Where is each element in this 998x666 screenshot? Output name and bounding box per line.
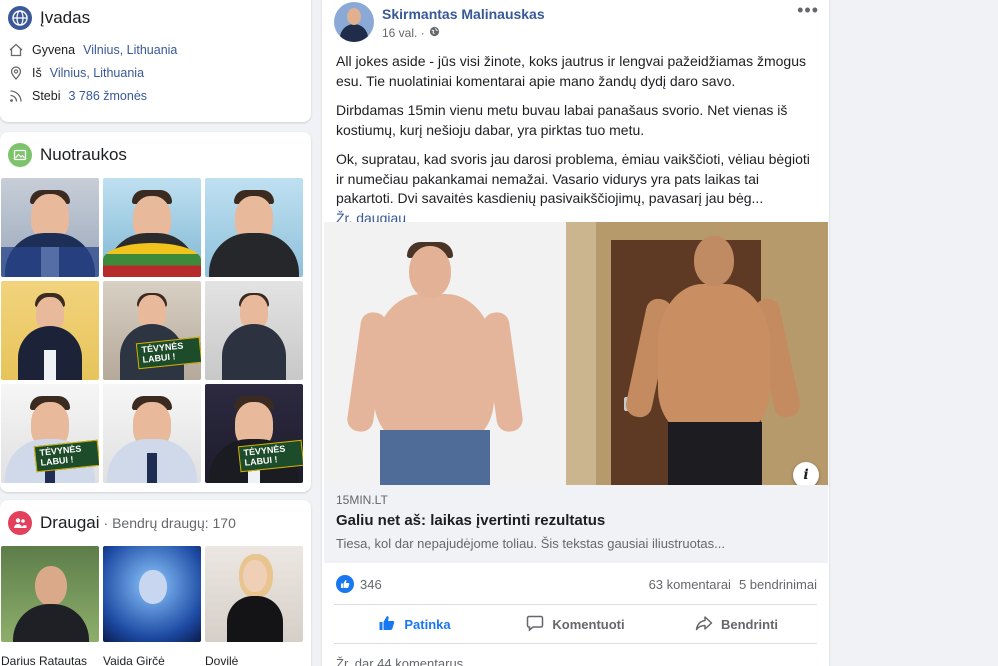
link-description: Tiesa, kol dar nepajudėjome toliau. Šis … [336,536,725,551]
post-image[interactable] [324,222,828,485]
friend-tile[interactable]: Dovilė [205,546,303,666]
location-pin-icon [8,65,24,81]
share-count[interactable]: 5 bendrinimai [739,577,817,592]
avatar[interactable] [334,2,374,42]
share-icon [695,614,713,635]
post-text: All jokes aside - jūs visi žinote, koks … [322,46,829,228]
intro-card: Įvadas Gyvena Vilnius, Lithuania Iš Viln… [0,0,311,122]
photos-card: Nuotraukos TĖVYNĖS LABUI ! TĖVYNĖS LABUI… [0,132,311,492]
comment-label: Komentuoti [552,616,625,632]
friends-grid: Darius Ratautas Vaida Girčė Dovilė [0,546,311,666]
friends-title[interactable]: Draugai [40,513,100,533]
campaign-badge: TĖVYNĖS LABUI ! [135,336,201,370]
friend-photo[interactable] [1,546,99,642]
intro-lives-prefix: Gyvena [32,42,76,57]
post-actions: Patinka Komentuoti Bendrinti [334,604,817,644]
share-label: Bendrinti [720,616,779,632]
link-domain: 15MIN.LT [336,493,388,507]
post-meta: 16 val. · [382,26,545,40]
privacy-globe-icon [429,26,440,40]
photo-thumbnail[interactable]: TĖVYNĖS LABUI ! [103,281,201,380]
like-reaction-icon [336,575,354,593]
more-icon[interactable]: ••• [797,0,819,21]
comment-button[interactable]: Komentuoti [495,605,656,643]
like-button[interactable]: Patinka [334,605,495,643]
share-button[interactable]: Bendrinti [656,605,817,643]
friend-photo[interactable] [103,546,201,642]
photo-thumbnail[interactable] [1,281,99,380]
comment-icon [526,614,544,635]
post-paragraph: All jokes aside - jūs visi žinote, koks … [336,53,806,89]
intro-from: Iš Vilnius, Lithuania [0,61,311,84]
intro-follow-prefix: Stebi [32,88,61,103]
friend-photo[interactable] [205,546,303,642]
intro-title: Įvadas [40,8,91,27]
intro-lives: Gyvena Vilnius, Lithuania [0,38,311,61]
post-header: Skirmantas Malinauskas 16 val. · ••• [322,0,829,46]
post-card: Skirmantas Malinauskas 16 val. · ••• All… [322,0,829,666]
friends-header: Draugai · Bendrų draugų: 170 [0,500,311,546]
photo-thumbnail[interactable] [205,281,303,380]
photo-thumbnail[interactable] [103,384,201,483]
home-icon [8,42,24,58]
like-label: Patinka [404,616,451,632]
before-photo [324,222,566,485]
photos-icon [8,143,32,167]
intro-header: Įvadas [0,0,311,38]
photos-title: Nuotraukos [40,145,127,164]
photo-thumbnail[interactable]: TĖVYNĖS LABUI ! [205,384,303,483]
photos-header: Nuotraukos [0,132,311,178]
friend-name[interactable]: Darius Ratautas [1,642,99,666]
post-counts: 346 63 komentarai 5 bendrinimai [322,572,829,596]
intro-from-prefix: Iš [32,65,42,80]
link-title[interactable]: Galiu net aš: laikas įvertinti rezultatu… [336,512,816,529]
intro-follow-count[interactable]: 3 786 žmonės [69,89,148,103]
photo-thumbnail[interactable] [1,178,99,277]
friends-card: Draugai · Bendrų draugų: 170 Darius Rata… [0,500,311,666]
like-icon [378,614,396,635]
comment-count[interactable]: 63 komentarai [649,577,731,592]
rss-icon [8,88,24,104]
globe-icon [8,6,32,30]
friend-tile[interactable]: Vaida Girčė [103,546,201,666]
photo-thumbnail[interactable] [103,178,201,277]
post-paragraph: Ok, supratau, kad svoris jau darosi prob… [336,151,810,206]
after-photo [566,222,828,485]
post-paragraph: Dirbdamas 15min vienu metu buvau labai p… [336,102,788,138]
reaction-count[interactable]: 346 [360,577,382,592]
friend-name[interactable]: Vaida Girčė [103,642,201,666]
link-preview[interactable]: 15MIN.LT Galiu net aš: laikas įvertinti … [324,485,828,563]
friends-icon [8,511,32,535]
friend-name[interactable]: Dovilė [205,642,303,666]
post-author[interactable]: Skirmantas Malinauskas [382,6,545,22]
intro-lives-place[interactable]: Vilnius, Lithuania [83,43,177,57]
mutual-friends-count: · Bendrų draugų: 170 [103,515,236,531]
photo-thumbnail[interactable]: TĖVYNĖS LABUI ! [1,384,99,483]
intro-from-place[interactable]: Vilnius, Lithuania [50,66,144,80]
view-more-comments-link[interactable]: Žr. dar 44 komentarus [336,656,463,666]
intro-follow: Stebi 3 786 žmonės [0,84,311,107]
post-time[interactable]: 16 val. · [382,26,425,40]
friend-tile[interactable]: Darius Ratautas [1,546,99,666]
photo-thumbnail[interactable] [205,178,303,277]
photos-grid: TĖVYNĖS LABUI ! TĖVYNĖS LABUI ! TĖVYNĖS … [0,178,311,483]
